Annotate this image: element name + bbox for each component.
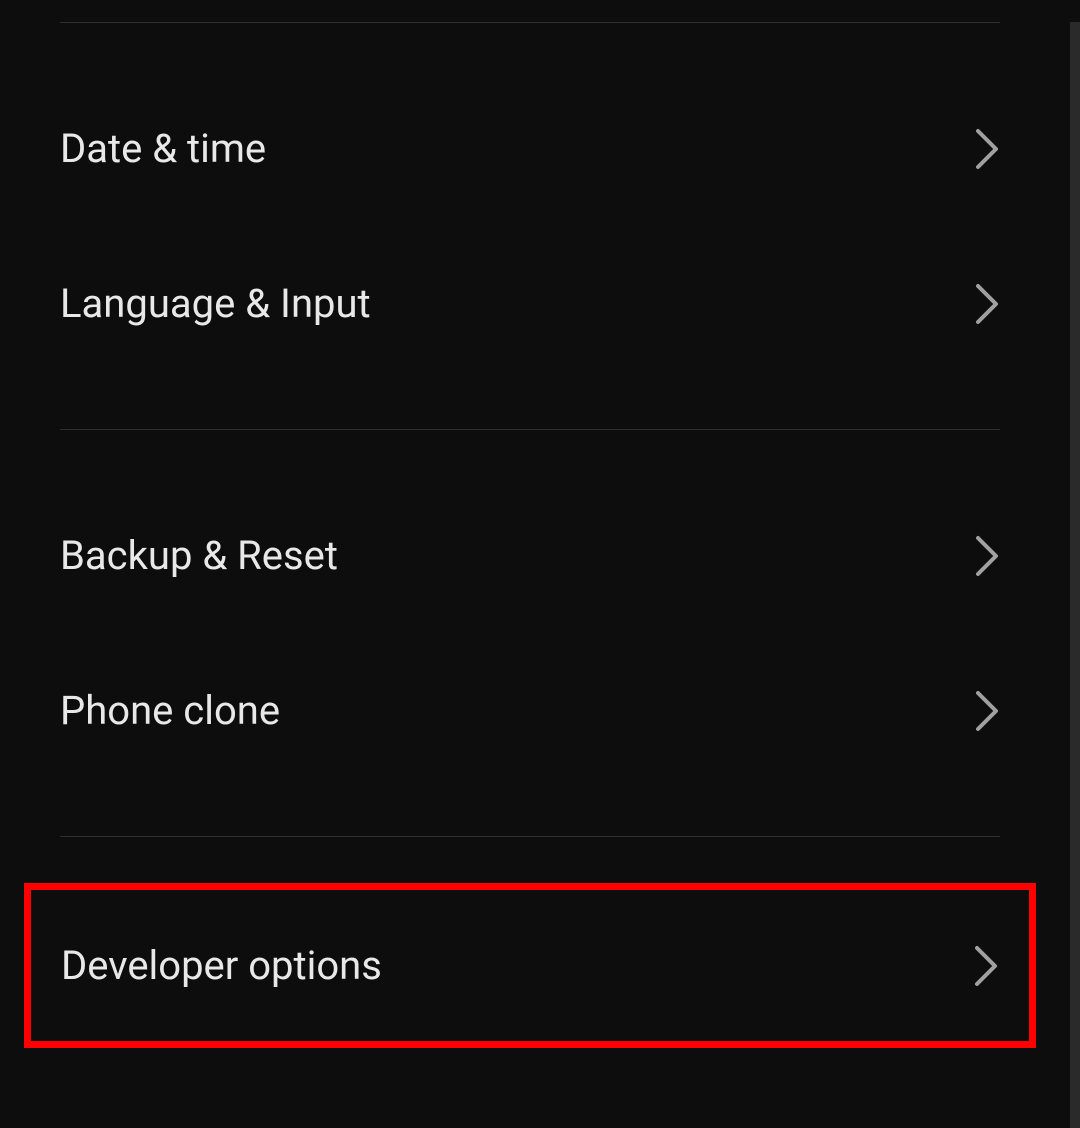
settings-item-label: Developer options xyxy=(61,942,382,989)
settings-item-developer-options[interactable]: Developer options xyxy=(24,883,1036,1048)
settings-item-language-input[interactable]: Language & Input xyxy=(0,226,1060,381)
chevron-right-icon xyxy=(974,282,1000,326)
settings-group-2: Backup & Reset Phone clone xyxy=(0,430,1060,836)
chevron-right-icon xyxy=(974,689,1000,733)
settings-item-backup-reset[interactable]: Backup & Reset xyxy=(0,478,1060,633)
settings-item-label: Phone clone xyxy=(60,687,280,734)
settings-item-phone-clone[interactable]: Phone clone xyxy=(0,633,1060,788)
chevron-right-icon xyxy=(974,127,1000,171)
settings-group-3: Developer options xyxy=(0,837,1060,1048)
settings-list: Date & time Language & Input Backup & Re… xyxy=(0,22,1060,1128)
scrollbar[interactable] xyxy=(1070,22,1080,1128)
settings-item-label: Language & Input xyxy=(60,280,371,327)
settings-item-label: Date & time xyxy=(60,125,266,172)
settings-item-label: Backup & Reset xyxy=(60,532,338,579)
settings-group-1: Date & time Language & Input xyxy=(0,23,1060,429)
chevron-right-icon xyxy=(973,944,999,988)
settings-item-date-time[interactable]: Date & time xyxy=(0,71,1060,226)
chevron-right-icon xyxy=(974,534,1000,578)
